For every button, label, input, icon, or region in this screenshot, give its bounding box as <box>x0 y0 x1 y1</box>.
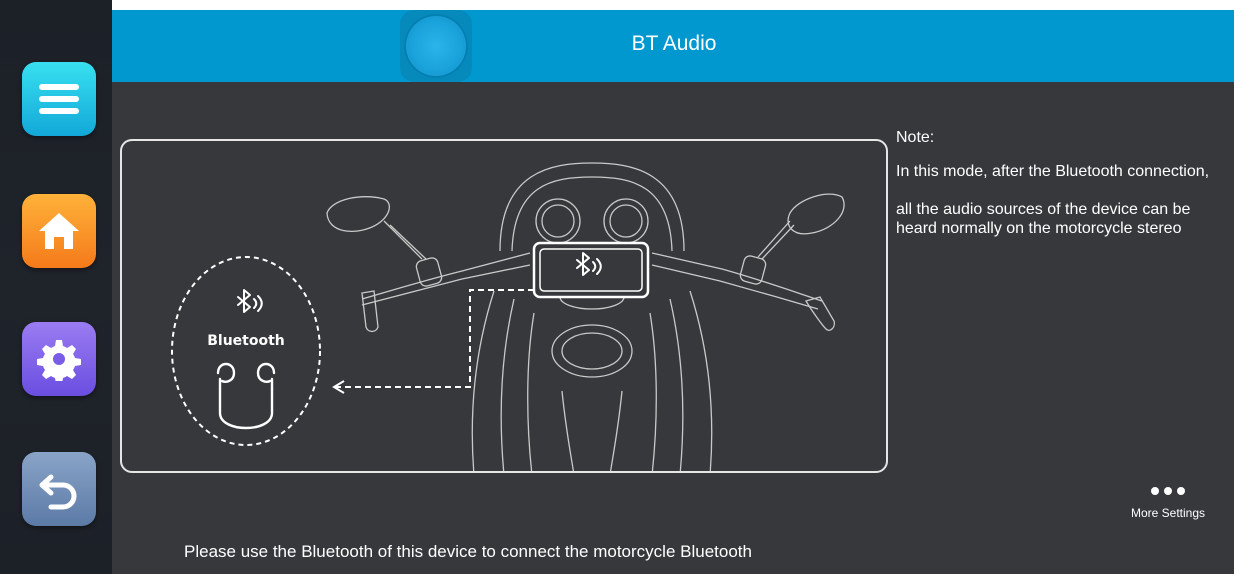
device-screen-icon <box>532 241 650 299</box>
gear-icon <box>37 340 81 381</box>
home-button[interactable] <box>22 194 96 268</box>
bt-audio-screen: BT Audio Bluetooth Note: In this mode, a… <box>0 0 1234 574</box>
page-title: BT Audio <box>631 32 717 55</box>
bluetooth-label: Bluetooth <box>207 333 285 349</box>
back-arrow-icon <box>39 474 77 510</box>
note-line-2: all the audio sources of the device can … <box>896 201 1191 237</box>
note-line-1: In this mode, after the Bluetooth connec… <box>896 163 1210 180</box>
menu-button[interactable] <box>22 62 96 136</box>
earbud-bubble <box>171 256 321 446</box>
motorcycle-diagram: Bluetooth <box>171 162 845 471</box>
home-icon <box>39 213 79 249</box>
menu-icon <box>39 84 79 114</box>
connection-hint: Please use the Bluetooth of this device … <box>184 542 752 561</box>
more-settings-button[interactable]: More Settings <box>1118 484 1218 520</box>
more-settings-label: More Settings <box>1130 506 1206 520</box>
left-mirror <box>326 196 390 233</box>
sidebar <box>0 0 112 574</box>
right-mirror <box>787 193 845 235</box>
bluetooth-illustration: Bluetooth <box>120 139 888 473</box>
settings-button[interactable] <box>22 322 96 396</box>
more-dots-icon <box>1118 484 1218 498</box>
header-bar: BT Audio <box>112 10 1234 82</box>
back-button[interactable] <box>22 452 96 526</box>
note-title: Note: <box>896 129 935 146</box>
note-panel: Note: In this mode, after the Bluetooth … <box>896 128 1226 238</box>
status-strip-top <box>112 0 1234 10</box>
